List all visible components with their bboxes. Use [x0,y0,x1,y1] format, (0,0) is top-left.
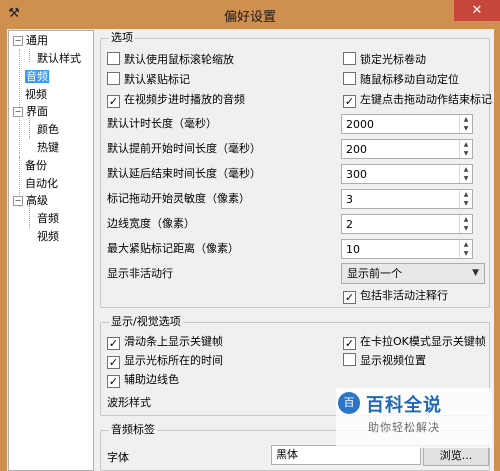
checkmark-icon[interactable]: ✓ [343,291,356,304]
show-cursor-time-checkbox[interactable]: ✓ 显示光标所在的时间 [107,352,223,370]
tree-item-advanced-audio[interactable]: 音频 [37,211,59,227]
checkbox-box[interactable] [343,72,356,85]
left-drag-end-marker-checkbox[interactable]: ✓ 左键点击拖动动作结束标记 [343,91,492,109]
watermark-logo-icon: 百 [338,392,360,414]
tree-item-default-style[interactable]: 默认样式 [37,51,81,67]
field-label: 默认提前开始时间长度（毫秒） [107,142,261,155]
checkmark-icon[interactable]: ✓ [107,337,120,350]
secondary-edge-color-checkbox[interactable]: ✓ 辅助边线色 [107,371,179,389]
field-label: 边线宽度（像素） [107,217,195,230]
up-arrow-icon[interactable]: ▲ [460,140,472,149]
down-arrow-icon[interactable]: ▼ [460,124,472,133]
tree-connector [19,49,20,157]
spinner-arrows[interactable]: ▲ ▼ [459,115,472,133]
field-label: 默认计时长度（毫秒） [107,117,217,130]
inactive-lines-label: 显示非活动行 [107,267,173,280]
spinner-arrows[interactable]: ▲ ▼ [459,190,472,208]
play-audio-on-step-checkbox[interactable]: ✓ 在视频步进时播放的音频 [107,91,245,109]
display-group-title: 显示/视觉选项 [109,315,183,329]
up-arrow-icon[interactable]: ▲ [460,190,472,199]
down-arrow-icon[interactable]: ▼ [460,174,472,183]
karaoke-keyframes-checkbox[interactable]: ✓ 在卡拉OK模式显示关键帧 [343,333,486,351]
field-label: 标记拖动开始灵敏度（像素） [107,192,250,205]
auto-follow-checkbox[interactable]: 随鼠标移动自动定位 [343,71,459,89]
tree-item-general[interactable]: − 通用 [13,33,48,49]
options-group-title: 选项 [109,31,135,45]
collapse-icon[interactable]: − [13,196,23,206]
window-frame-left [0,29,7,471]
snap-markers-checkbox[interactable]: 默认紧贴标记 [107,71,190,89]
audio-labels-title: 音频标签 [109,423,157,437]
chevron-down-icon[interactable]: ▼ [472,264,479,283]
waveform-style-label: 波形样式 [107,396,151,409]
tree-item-advanced[interactable]: − 高级 [13,193,48,209]
mouse-wheel-zoom-checkbox[interactable]: 默认使用鼠标滚轮缩放 [107,51,234,69]
title-bar: ⚒ 偏好设置 ✕ [0,0,500,29]
tree-item-audio[interactable]: 音频 [25,69,49,85]
max-snap-distance-spinner[interactable]: 10 ▲ ▼ [341,239,473,259]
checkbox-box[interactable] [343,52,356,65]
font-name-field[interactable]: 黑体 [271,445,421,465]
up-arrow-icon[interactable]: ▲ [460,165,472,174]
checkmark-icon[interactable]: ✓ [343,337,356,350]
edge-width-spinner[interactable]: 2 ▲ ▼ [341,214,473,234]
down-arrow-icon[interactable]: ▼ [460,199,472,208]
spinner-arrows[interactable]: ▲ ▼ [459,215,472,233]
inactive-lines-dropdown[interactable]: 显示前一个 ▼ [341,263,485,284]
default-timing-length-spinner[interactable]: 2000 ▲ ▼ [341,114,473,134]
lock-scroll-checkbox[interactable]: 锁定光标卷动 [343,51,426,69]
settings-tree: − 通用 默认样式 音频 视频 − 界面 颜色 热键 备份 自动化 − 高级 音频 视… [8,30,94,471]
field-label: 最大紧贴标记距离（像素） [107,242,239,255]
tree-item-advanced-video[interactable]: 视频 [37,229,59,245]
show-keyframes-slider-checkbox[interactable]: ✓ 滑动条上显示关键帧 [107,333,223,351]
checkmark-icon[interactable]: ✓ [343,95,356,108]
drag-sensitivity-spinner[interactable]: 3 ▲ ▼ [341,189,473,209]
window-frame-right [494,29,500,471]
tree-item-colors[interactable]: 颜色 [37,122,59,138]
down-arrow-icon[interactable]: ▼ [460,224,472,233]
field-label: 默认延后结束时间长度（毫秒） [107,167,261,180]
window-title: 偏好设置 [223,10,276,25]
tree-item-backup[interactable]: 备份 [25,158,47,174]
tree-connector [29,49,30,62]
watermark-subtitle: 助你轻松解决 [368,421,440,434]
checkmark-icon[interactable]: ✓ [107,356,120,369]
tree-item-hotkeys[interactable]: 热键 [37,140,59,156]
tree-item-video[interactable]: 视频 [25,87,47,103]
up-arrow-icon[interactable]: ▲ [460,115,472,124]
spinner-arrows[interactable]: ▲ ▼ [459,240,472,258]
include-inactive-comments-checkbox[interactable]: ✓ 包括非活动注释行 [343,287,448,305]
options-group: 选项 默认使用鼠标滚轮缩放 锁定光标卷动 默认紧贴标记 随鼠标移动自动定位 ✓ 在… [100,31,492,308]
up-arrow-icon[interactable]: ▲ [460,215,472,224]
tree-item-automation[interactable]: 自动化 [25,176,58,192]
checkmark-icon[interactable]: ✓ [107,95,120,108]
collapse-icon[interactable]: − [13,36,23,46]
show-video-position-checkbox[interactable]: 显示视频位置 [343,352,426,370]
font-label: 字体 [107,451,129,464]
checkbox-box[interactable] [107,52,120,65]
spinner-arrows[interactable]: ▲ ▼ [459,140,472,158]
default-lead-in-spinner[interactable]: 200 ▲ ▼ [341,139,473,159]
watermark-title: 百科全说 [366,395,442,416]
spinner-arrows[interactable]: ▲ ▼ [459,165,472,183]
checkbox-box[interactable] [107,72,120,85]
browse-button[interactable]: 浏览... [423,445,489,466]
checkbox-box[interactable] [343,353,356,366]
up-arrow-icon[interactable]: ▲ [460,240,472,249]
watermark: 百 百科全说 助你轻松解决 [336,388,492,448]
close-button[interactable]: ✕ [454,0,500,21]
tree-item-interface[interactable]: − 界面 [13,104,48,120]
down-arrow-icon[interactable]: ▼ [460,249,472,258]
down-arrow-icon[interactable]: ▼ [460,149,472,158]
default-lead-out-spinner[interactable]: 300 ▲ ▼ [341,164,473,184]
collapse-icon[interactable]: − [13,107,23,117]
checkmark-icon[interactable]: ✓ [107,375,120,388]
